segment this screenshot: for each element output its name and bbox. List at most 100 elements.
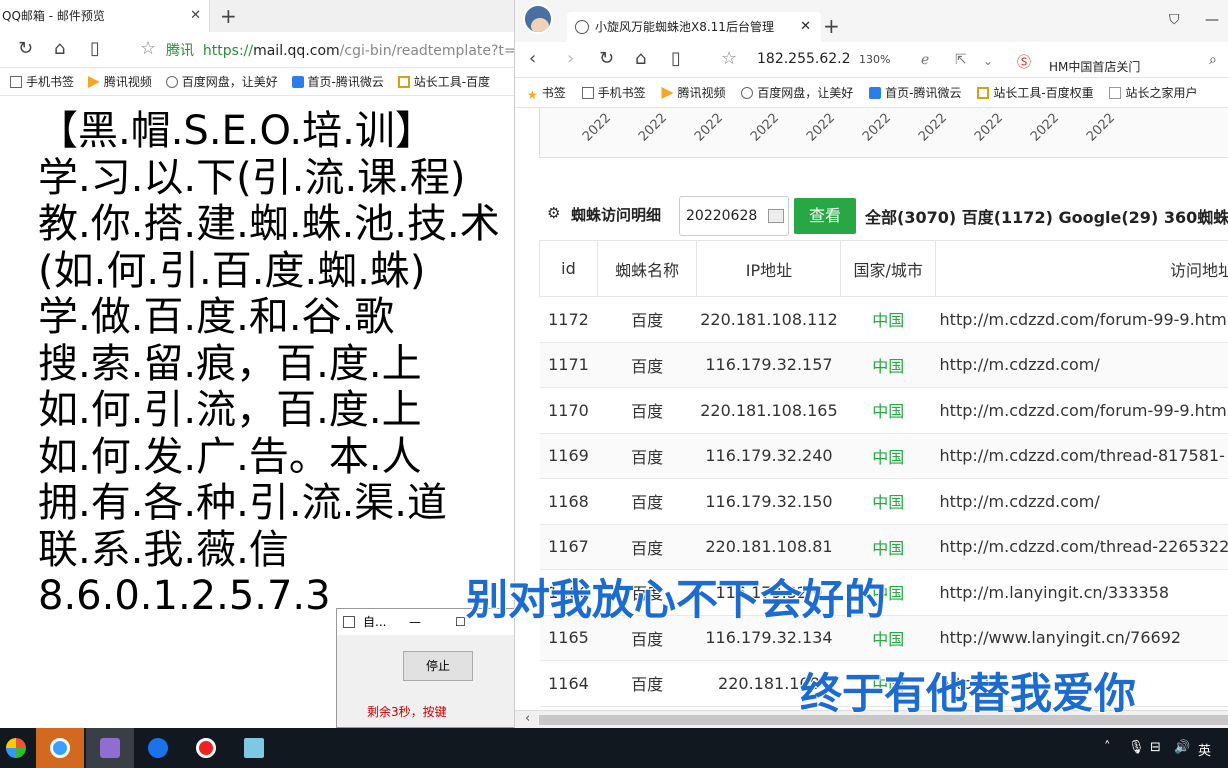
scroll-left-icon[interactable]: ‹: [525, 711, 530, 726]
bookmark-item[interactable]: 手机书签: [581, 78, 646, 107]
table-row[interactable]: 1168 百度 116.179.32.150 中国 http://m.cdzzd.com…: [539, 478, 1228, 525]
reload-icon[interactable]: ↻: [599, 48, 614, 69]
table-header-row: id 蜘蛛名称 IP地址 国家/城市 访问地址: [539, 240, 1228, 297]
cell-url[interactable]: http://m.cdzzd.com/: [935, 478, 1228, 525]
right-url[interactable]: 182.255.62.2: [757, 51, 851, 67]
ie-icon[interactable]: ℯ: [921, 52, 929, 68]
bookmark-item[interactable]: 手机书签: [10, 68, 74, 95]
bookmark-item[interactable]: 百度网盘，让美好: [741, 78, 853, 107]
maximize-icon[interactable]: ☐: [455, 609, 466, 635]
left-url[interactable]: 腾讯 https://mail.qq.com/cgi-bin/readtempl…: [166, 40, 516, 60]
forward-icon[interactable]: ›: [567, 48, 574, 69]
bookmark-item[interactable]: 百度网盘，让美好: [165, 68, 278, 95]
close-tab-icon[interactable]: ✕: [190, 0, 201, 32]
section-title: 蜘蛛访问明细: [571, 206, 662, 224]
cell-spider: 百度: [597, 433, 697, 479]
date-label[interactable]: 2022: [636, 111, 670, 145]
bookmark-item[interactable]: 首页-腾讯微云: [869, 78, 961, 107]
table-row[interactable]: 1171 百度 116.179.32.157 中国 http://m.cdzzd.com…: [539, 342, 1228, 388]
bookmark-item[interactable]: 腾讯视频: [87, 68, 152, 95]
cell-spider: 百度: [597, 478, 697, 525]
date-label[interactable]: 2022: [748, 111, 782, 145]
url-path: /cgi-bin/readtemplate?t=c: [339, 43, 516, 59]
chevron-down-icon[interactable]: ⌄: [983, 54, 993, 68]
share-icon[interactable]: ⇱: [955, 52, 967, 68]
taskbar-ie-app[interactable]: [86, 728, 134, 768]
zoom-level[interactable]: 130%: [859, 53, 890, 66]
bookmark-item[interactable]: 站长工具-百度: [397, 68, 490, 95]
start-button[interactable]: [0, 728, 36, 768]
microphone-icon[interactable]: 🎙: [1128, 740, 1145, 755]
cell-url[interactable]: http://m.cdzzd.com/forum-99-9.htm: [935, 296, 1228, 343]
date-label[interactable]: 2022: [1084, 111, 1118, 145]
col-ip[interactable]: IP地址: [696, 240, 842, 297]
star-icon[interactable]: ☆: [721, 48, 737, 69]
calendar-icon[interactable]: [768, 209, 784, 223]
cell-ip: 116.179.32.240: [696, 433, 841, 479]
reader-icon[interactable]: ▯: [90, 38, 100, 59]
date-label[interactable]: 2022: [916, 111, 950, 145]
shirt-icon[interactable]: ⛉: [1169, 12, 1180, 28]
star-icon[interactable]: ☆: [140, 38, 156, 59]
table-row[interactable]: 1167 百度 220.181.108.81 中国 http://m.cdzzd.com…: [539, 524, 1228, 570]
date-input[interactable]: 20220628: [679, 196, 789, 236]
taskbar-browser-app[interactable]: [36, 728, 84, 768]
gear-icon: ⚙: [547, 204, 561, 222]
cell-url[interactable]: http://m.cdzzd.com/thread-2265322: [935, 524, 1228, 570]
date-label[interactable]: 2022: [1028, 111, 1062, 145]
avatar[interactable]: [523, 4, 553, 34]
cell-url[interactable]: http://m.cdzzd.com/forum-99-9.htm: [935, 387, 1228, 434]
date-label[interactable]: 2022: [692, 111, 726, 145]
table-row[interactable]: 1170 百度 220.181.108.165 中国 http://m.cdzzd.co…: [539, 387, 1228, 434]
chevron-up-icon[interactable]: ˄: [1104, 740, 1111, 755]
minimize-icon[interactable]: —: [1205, 12, 1219, 28]
stop-button[interactable]: 停止: [403, 651, 473, 681]
hm-news-text[interactable]: HM中国首店关门: [1049, 58, 1140, 75]
taskbar-notes-app[interactable]: [230, 728, 278, 768]
new-tab-icon[interactable]: +: [220, 4, 237, 28]
col-spider[interactable]: 蜘蛛名称: [596, 240, 698, 297]
bookmark-item[interactable]: 首页-腾讯微云: [291, 68, 384, 95]
date-label[interactable]: 2022: [804, 111, 838, 145]
left-tab-qqmail[interactable]: QQ邮箱 - 邮件预览 ✕: [0, 0, 210, 32]
right-tab-admin[interactable]: 小旋风万能蜘蛛池X8.11后台管理 ✕: [567, 12, 821, 42]
home-icon[interactable]: ⌂: [635, 48, 646, 69]
promo-line: 教.你.搭.建.蜘.蛛.池.技.术: [38, 201, 500, 247]
network-icon[interactable]: ⊟: [1150, 740, 1161, 755]
cell-url[interactable]: http://www.lanyingit.cn/76692: [935, 615, 1228, 661]
minimize-icon[interactable]: —: [409, 609, 421, 635]
taskbar-k-app[interactable]: [134, 728, 182, 768]
date-label[interactable]: 2022: [972, 111, 1006, 145]
date-label[interactable]: 2022: [860, 111, 894, 145]
reader-icon[interactable]: ▯: [671, 48, 681, 69]
volume-icon[interactable]: 🔊: [1174, 740, 1190, 755]
col-id[interactable]: id: [539, 240, 598, 297]
new-tab-icon[interactable]: +: [823, 14, 840, 38]
col-country[interactable]: 国家/城市: [840, 240, 937, 297]
sogou-icon[interactable]: Ⓢ: [1017, 52, 1031, 72]
ime-indicator[interactable]: 英: [1198, 740, 1211, 759]
search-icon[interactable]: ⌕: [1209, 52, 1217, 68]
home-icon[interactable]: ⌂: [54, 38, 65, 59]
close-tab-icon[interactable]: ✕: [800, 12, 811, 42]
cell-url[interactable]: http://m.cdzzd.com/thread-817581-: [935, 433, 1228, 479]
bookmark-item[interactable]: 站长之家用户: [1109, 78, 1198, 107]
spider-stats[interactable]: 全部(3070) 百度(1172) Google(29) 360蜘蛛: [865, 204, 1228, 228]
star-icon: ★: [527, 88, 538, 102]
cell-url[interactable]: http://m.cdzzd.com/: [935, 342, 1228, 388]
col-url[interactable]: 访问地址: [935, 240, 1228, 297]
cell-url[interactable]: http://m.lanyingit.cn/333358: [935, 569, 1228, 616]
cell-id: 1164: [539, 660, 598, 707]
bookmark-item[interactable]: 站长工具-百度权重: [977, 78, 1094, 107]
view-button[interactable]: 查看: [794, 198, 856, 234]
cell-spider: 百度: [597, 524, 697, 570]
bookmark-item[interactable]: ★ 书签: [527, 78, 566, 107]
table-row[interactable]: 1172 百度 220.181.108.112 中国 http://m.cdzzd.co…: [539, 296, 1228, 343]
bookmark-item[interactable]: 腾讯视频: [661, 78, 725, 107]
date-label[interactable]: 2022: [580, 111, 614, 145]
cell-ip: 220.181.108.165: [696, 387, 841, 434]
taskbar-recorder-app[interactable]: [182, 728, 230, 768]
table-row[interactable]: 1169 百度 116.179.32.240 中国 http://m.cdzzd.com…: [539, 433, 1228, 479]
back-icon[interactable]: ‹: [529, 48, 536, 69]
reload-icon[interactable]: ↻: [18, 38, 33, 59]
